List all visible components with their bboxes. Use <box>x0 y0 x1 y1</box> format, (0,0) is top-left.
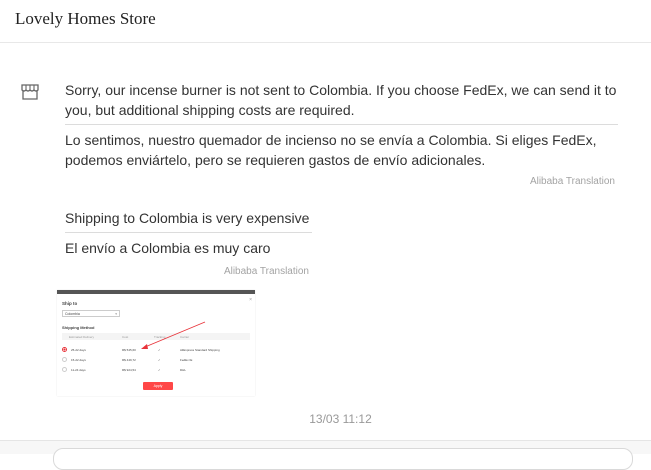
message-translation: El envío a Colombia es muy caro <box>65 240 271 256</box>
message-text: Sorry, our incense burner is not sent to… <box>65 82 617 118</box>
message-translation: Lo sentimos, nuestro quemador de inciens… <box>65 132 597 168</box>
store-name[interactable]: Lovely Homes Store <box>15 9 156 29</box>
store-icon <box>21 84 39 100</box>
translation-label: Alibaba Translation <box>223 266 309 277</box>
translation-divider <box>65 232 312 233</box>
translation-divider <box>65 124 618 125</box>
message-input[interactable] <box>53 448 633 470</box>
message-bubble: Shipping to Colombia is very expensive E… <box>65 208 312 277</box>
chat-header: Lovely Homes Store <box>0 0 651 43</box>
message-timestamp: 13/03 11:12 <box>309 412 372 426</box>
message-text: Shipping to Colombia is very expensive <box>65 210 310 226</box>
image-attachment[interactable]: × Ship to Colombia ▾ Shipping Method Est… <box>57 290 255 396</box>
message-bubble: Sorry, our incense burner is not sent to… <box>65 80 618 187</box>
translation-label: Alibaba Translation <box>529 176 615 187</box>
annotation-arrow <box>141 321 206 349</box>
